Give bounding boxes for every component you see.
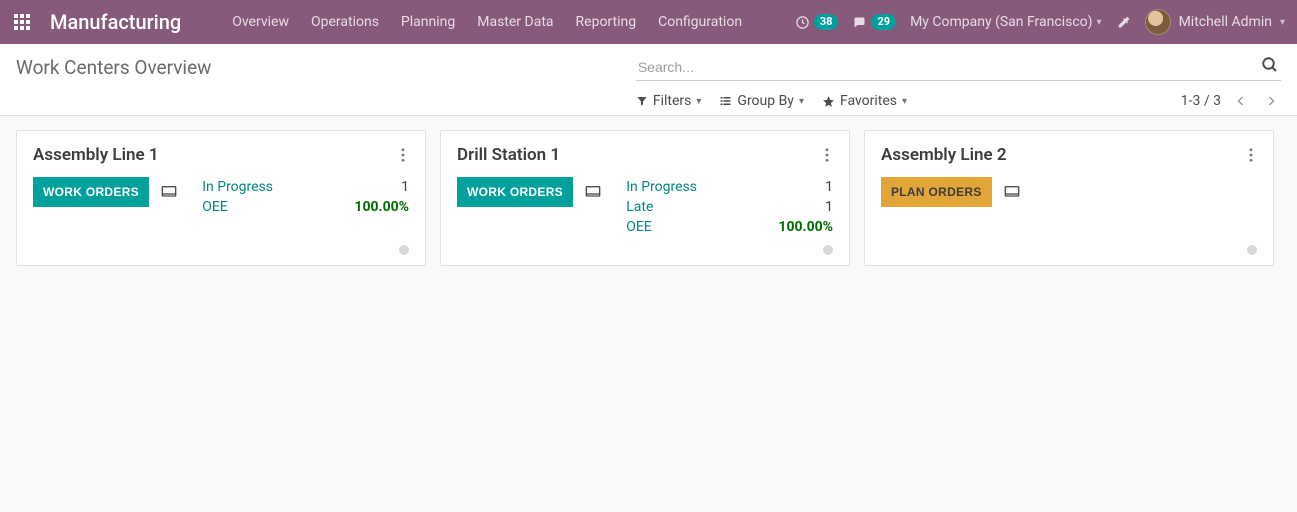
- user-menu[interactable]: Mitchell Admin ▾: [1145, 9, 1285, 35]
- card-menu-button[interactable]: [821, 147, 833, 163]
- main-navbar: Manufacturing Overview Operations Planni…: [0, 0, 1297, 44]
- metric-value: 1: [825, 177, 833, 197]
- metric-value: 1: [825, 197, 833, 217]
- groupby-button[interactable]: Group By ▾: [719, 93, 804, 109]
- card-title[interactable]: Assembly Line 2: [881, 145, 1007, 165]
- search-options: Filters ▾ Group By ▾ Favorites ▾: [636, 93, 907, 109]
- caret-down-icon: ▾: [1097, 17, 1102, 28]
- app-brand[interactable]: Manufacturing: [50, 10, 181, 34]
- nav-item-configuration[interactable]: Configuration: [647, 0, 753, 44]
- status-dot[interactable]: [1247, 245, 1257, 255]
- metric-label[interactable]: Late: [626, 197, 653, 217]
- metric-label[interactable]: In Progress: [626, 177, 697, 197]
- search-icon[interactable]: [1261, 56, 1279, 74]
- user-name: Mitchell Admin: [1179, 14, 1272, 30]
- pager: 1-3 / 3: [1181, 93, 1281, 109]
- metric-value: 100.00%: [778, 217, 833, 237]
- caret-down-icon: ▾: [902, 96, 907, 107]
- card-menu-button[interactable]: [1245, 147, 1257, 163]
- search-wrap: [636, 54, 1281, 81]
- caret-down-icon: ▾: [696, 96, 701, 107]
- conversation-icon: [852, 15, 867, 30]
- caret-down-icon: ▾: [1280, 17, 1285, 28]
- caret-down-icon: ▾: [799, 96, 804, 107]
- nav-item-master-data[interactable]: Master Data: [466, 0, 564, 44]
- favorites-button[interactable]: Favorites ▾: [822, 93, 907, 109]
- metric-label[interactable]: OEE: [202, 197, 228, 217]
- star-icon: [822, 95, 835, 108]
- company-switcher[interactable]: My Company (San Francisco) ▾: [910, 14, 1101, 30]
- metric-row: In Progress 1: [202, 177, 409, 197]
- kebab-icon: [825, 148, 829, 162]
- status-dot[interactable]: [823, 245, 833, 255]
- activity-systray[interactable]: 38: [795, 14, 839, 30]
- plan-orders-button[interactable]: PLAN ORDERS: [881, 177, 992, 207]
- metric-label[interactable]: OEE: [626, 217, 652, 237]
- card-title[interactable]: Drill Station 1: [457, 145, 560, 165]
- filters-label: Filters: [653, 93, 692, 109]
- workcenter-card: Assembly Line 1WORK ORDERSIn Progress1OE…: [16, 130, 426, 266]
- messaging-systray[interactable]: 29: [852, 14, 896, 30]
- metric-row: In Progress 1: [626, 177, 833, 197]
- chevron-left-icon: [1235, 94, 1247, 108]
- work-orders-button[interactable]: WORK ORDERS: [457, 177, 573, 207]
- chevron-right-icon: [1265, 94, 1277, 108]
- work-orders-button[interactable]: WORK ORDERS: [33, 177, 149, 207]
- status-dot[interactable]: [399, 245, 409, 255]
- tablet-view-icon[interactable]: [159, 184, 179, 200]
- kebab-icon: [401, 148, 405, 162]
- metric-row: Late 1: [626, 197, 833, 217]
- tablet-view-icon[interactable]: [1002, 184, 1022, 200]
- favorites-label: Favorites: [840, 93, 897, 109]
- card-title[interactable]: Assembly Line 1: [33, 145, 159, 165]
- metric-row: OEE 100.00%: [626, 217, 833, 237]
- debug-tools-icon[interactable]: [1116, 14, 1131, 30]
- nav-item-overview[interactable]: Overview: [221, 0, 300, 44]
- message-count-badge: 29: [871, 14, 896, 30]
- kanban-view: Assembly Line 1WORK ORDERSIn Progress1OE…: [0, 116, 1297, 280]
- breadcrumb: Work Centers Overview: [16, 56, 636, 79]
- pager-text[interactable]: 1-3 / 3: [1181, 93, 1221, 109]
- metric-value: 100.00%: [354, 197, 409, 217]
- workcenter-card: Assembly Line 2 PLAN ORDERS: [864, 130, 1274, 266]
- metric-label[interactable]: In Progress: [202, 177, 273, 197]
- control-panel: Work Centers Overview Filters ▾ Group By…: [0, 44, 1297, 116]
- metric-value: 1: [401, 177, 409, 197]
- pager-next-button[interactable]: [1261, 94, 1281, 108]
- nav-item-reporting[interactable]: Reporting: [565, 0, 648, 44]
- user-avatar: [1145, 9, 1171, 35]
- groupby-label: Group By: [737, 93, 794, 109]
- apps-menu-icon[interactable]: [12, 12, 32, 32]
- metrics: In Progress 1 OEE 100.00%: [202, 177, 409, 217]
- card-menu-button[interactable]: [397, 147, 409, 163]
- search-input[interactable]: [636, 54, 1281, 81]
- metric-row: OEE 100.00%: [202, 197, 409, 217]
- kebab-icon: [1249, 148, 1253, 162]
- nav-item-operations[interactable]: Operations: [300, 0, 390, 44]
- pager-prev-button[interactable]: [1231, 94, 1251, 108]
- workcenter-card: Drill Station 1WORK ORDERSIn Progress1La…: [440, 130, 850, 266]
- nav-item-planning[interactable]: Planning: [390, 0, 466, 44]
- nav-menu: Overview Operations Planning Master Data…: [221, 0, 753, 44]
- activity-count-badge: 38: [814, 14, 839, 30]
- company-name: My Company (San Francisco): [910, 14, 1092, 30]
- list-icon: [719, 95, 732, 107]
- funnel-icon: [636, 95, 648, 107]
- metrics: In Progress 1 Late 1 OEE 100.00%: [626, 177, 833, 237]
- tablet-view-icon[interactable]: [583, 184, 603, 200]
- systray: 38 29 My Company (San Francisco) ▾ Mitch…: [795, 9, 1285, 35]
- filters-button[interactable]: Filters ▾: [636, 93, 702, 109]
- clock-icon: [795, 15, 810, 30]
